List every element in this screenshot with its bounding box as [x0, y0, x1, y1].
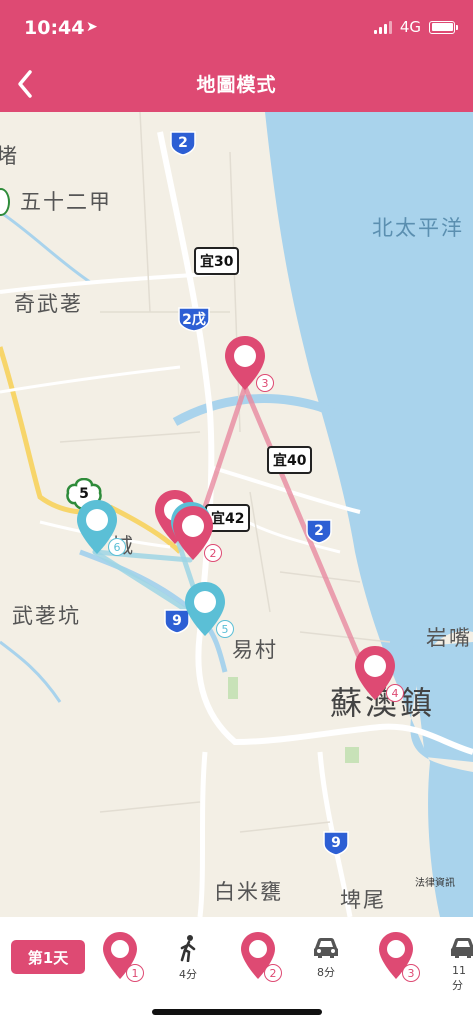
transport-duration: 4分	[179, 968, 197, 981]
stop-number: 3	[256, 374, 274, 392]
place-label-yanzui: 岩嘴	[426, 626, 472, 650]
stop-number: 6	[108, 538, 126, 556]
itinerary-transport-walk: 4分	[168, 934, 208, 982]
place-label-pacific: 北太平洋	[372, 216, 464, 240]
map-pin-stop-5[interactable]: 5	[182, 580, 234, 640]
signal-icon	[373, 20, 392, 34]
battery-icon	[429, 20, 458, 34]
map-view[interactable]: 堵 五十二甲 奇武荖 北太平洋 武荖坑 易村 岩嘴 蘇澳鎮 白米甕 埤尾 城 宜…	[0, 112, 473, 917]
app-header: 10:44 ➤ 4G 地圖模式	[0, 0, 473, 112]
place-label-wulaokeng: 武荖坑	[12, 604, 81, 628]
page-title: 地圖模式	[196, 74, 277, 96]
stop-number: 3	[402, 964, 420, 982]
status-time: 10:44	[24, 17, 85, 39]
stop-number: 1	[126, 964, 144, 982]
itinerary-transport-car: 8分	[306, 936, 346, 980]
walking-icon	[180, 935, 196, 962]
road-sign-yi40: 宜40	[267, 446, 313, 474]
place-label-baimiweng: 白米甕	[214, 880, 283, 904]
network-type: 4G	[399, 18, 421, 36]
itinerary-stop-1[interactable]: 1	[100, 930, 144, 982]
stop-number: 2	[264, 964, 282, 982]
status-indicators: 4G	[373, 18, 458, 36]
place-label-qiwulao: 奇武荖	[14, 292, 83, 316]
place-label-piwei: 埤尾	[340, 888, 386, 912]
highway-shield-2-south: 2	[304, 518, 334, 544]
highway-shield-2: 2	[168, 130, 198, 156]
map-pin-stop-6[interactable]: 6	[74, 498, 126, 558]
road-sign-yi30: 宜30	[194, 247, 240, 275]
itinerary-stop-2[interactable]: 2	[238, 930, 282, 982]
highway-shield-9-south: 9	[321, 830, 351, 856]
day-selector-button[interactable]: 第1天	[11, 940, 85, 974]
car-icon	[314, 938, 338, 958]
map-pin-stop-4[interactable]: 4	[352, 644, 404, 704]
itinerary-stop-3[interactable]: 3	[376, 930, 420, 982]
itinerary-transport-car-2: 11分	[444, 936, 473, 993]
car-icon	[451, 938, 473, 958]
stop-number: 4	[386, 684, 404, 702]
transport-duration: 8分	[317, 966, 335, 979]
legal-link[interactable]: 法律資訊	[415, 874, 455, 889]
map-pin-stop-3[interactable]: 3	[222, 334, 274, 394]
highway-shield-2wu: 2戊	[176, 306, 212, 332]
place-label-wushierjia: 五十二甲	[20, 190, 112, 214]
place-label-yicun: 易村	[232, 638, 278, 662]
home-indicator	[152, 1009, 322, 1015]
transport-duration: 11分	[452, 964, 466, 992]
map-pin-stop-2[interactable]: 2	[170, 504, 222, 564]
place-label-du: 堵	[0, 144, 19, 168]
stop-number: 2	[204, 544, 222, 562]
location-arrow-icon: ➤	[86, 19, 98, 35]
stop-number: 5	[216, 620, 234, 638]
